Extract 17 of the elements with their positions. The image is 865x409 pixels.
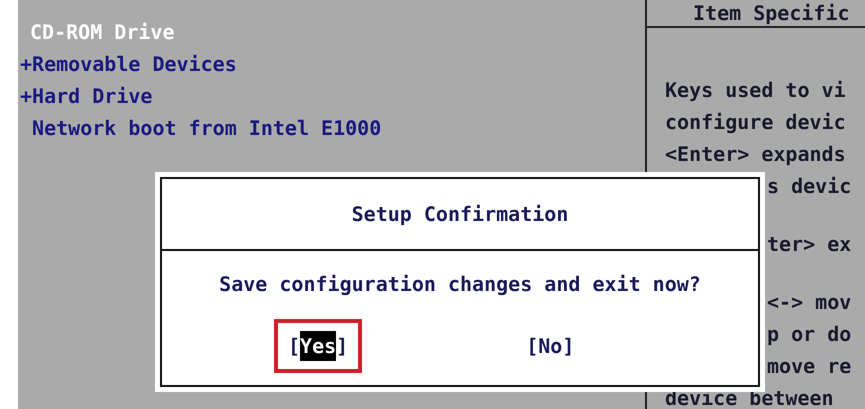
help-text-line: ter> ex: [766, 231, 852, 258]
help-text-line: <-> mov: [766, 289, 852, 316]
boot-menu-item[interactable]: +Removable Devices: [18, 48, 237, 80]
boot-menu-item[interactable]: +Hard Drive: [18, 80, 152, 112]
help-text-line: Keys used to vi: [664, 77, 846, 104]
help-text-line: p or do: [766, 321, 852, 348]
dialog-option-button[interactable]: [Yes]: [274, 319, 362, 373]
help-text-line: configure devic: [664, 109, 846, 136]
help-text-line: move re: [766, 353, 852, 380]
help-panel-title: Item Specific: [693, 0, 850, 26]
dialog-title: Setup Confirmation: [352, 201, 568, 228]
dialog-option-button[interactable]: [No]: [512, 319, 588, 373]
help-text-line: s devic: [766, 173, 852, 200]
boot-menu-item[interactable]: Network boot from Intel E1000: [18, 112, 382, 144]
help-text-line: device between: [664, 385, 834, 409]
dialog-message: Save configuration changes and exit now?: [219, 271, 701, 298]
help-text-line: <Enter> expands: [664, 141, 846, 168]
